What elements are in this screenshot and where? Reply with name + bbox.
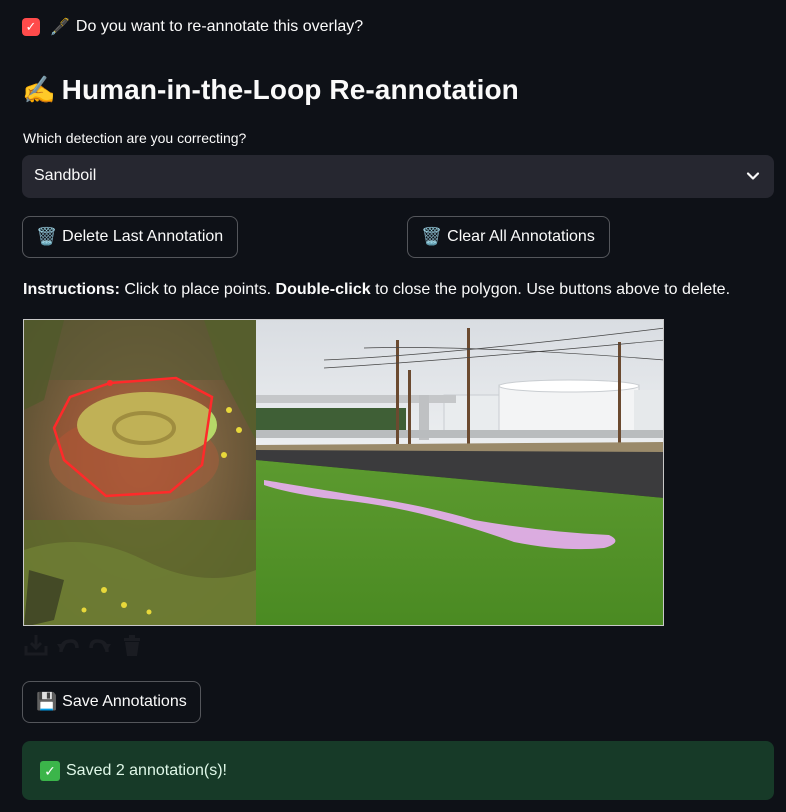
trash-icon: 🗑️ [36, 227, 58, 246]
check-mark-icon: ✓ [40, 761, 60, 781]
success-alert: ✓ Saved 2 annotation(s)! [22, 741, 774, 800]
success-message-text: Saved 2 annotation(s)! [66, 762, 227, 779]
instructions-double-click: Double-click [275, 281, 371, 298]
annotation-canvas[interactable] [23, 319, 664, 626]
instructions-text: Instructions: Click to place points. Dou… [23, 281, 730, 299]
right-photo [256, 320, 663, 625]
trash-icon[interactable] [119, 632, 145, 658]
detection-select-value: Sandboil [34, 167, 97, 184]
instructions-part2: to close the polygon. Use buttons above … [370, 281, 731, 298]
delete-last-annotation-label: Delete Last Annotation [62, 228, 224, 245]
reannotate-checkbox-row[interactable]: ✓ 🖋️ Do you want to re-annotate this ove… [22, 16, 363, 38]
undo-icon[interactable] [55, 632, 81, 658]
clear-all-annotations-button[interactable]: 🗑️ Clear All Annotations [407, 216, 610, 258]
pen-icon: 🖋️ [50, 19, 70, 36]
reannotate-checkbox-label[interactable]: Do you want to re-annotate this overlay? [76, 18, 363, 36]
page-title: ✍️ Human-in-the-Loop Re-annotation [22, 74, 519, 106]
instructions-prefix: Instructions: [23, 281, 120, 298]
detection-select-label: Which detection are you correcting? [23, 130, 247, 146]
download-icon[interactable] [23, 632, 49, 658]
canvas-toolbar [23, 632, 145, 658]
floppy-disk-icon: 💾 [36, 692, 58, 711]
reannotate-checkbox[interactable]: ✓ [22, 18, 40, 36]
instructions-part1: Click to place points. [119, 281, 276, 298]
save-annotations-label: Save Annotations [62, 693, 187, 710]
success-message: ✓ Saved 2 annotation(s)! [40, 761, 227, 781]
redo-icon[interactable] [87, 632, 113, 658]
page-title-text: Human-in-the-Loop Re-annotation [61, 74, 519, 105]
annotation-canvas-image[interactable] [24, 320, 664, 626]
save-annotations-button[interactable]: 💾 Save Annotations [22, 681, 201, 723]
writing-hand-icon: ✍️ [22, 75, 56, 105]
detection-select[interactable]: Sandboil [22, 155, 774, 198]
delete-last-annotation-button[interactable]: 🗑️ Delete Last Annotation [22, 216, 238, 258]
clear-all-annotations-label: Clear All Annotations [447, 228, 595, 245]
trash-icon: 🗑️ [421, 227, 443, 246]
chevron-down-icon [746, 172, 760, 180]
left-photo [24, 320, 256, 625]
